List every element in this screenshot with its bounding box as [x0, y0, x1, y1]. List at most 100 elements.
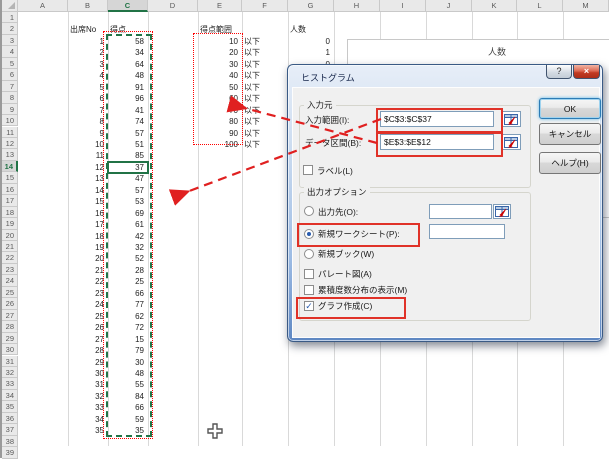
- cell-F4[interactable]: 以下: [242, 47, 287, 57]
- cell-B22[interactable]: 20: [68, 253, 107, 263]
- column-header-H[interactable]: H: [334, 0, 380, 12]
- row-header-24[interactable]: 24: [2, 275, 18, 286]
- cell-B16[interactable]: 14: [68, 185, 107, 195]
- ok-button[interactable]: OK: [539, 98, 601, 119]
- row-header-8[interactable]: 8: [2, 92, 18, 103]
- cell-B29[interactable]: 27: [68, 334, 107, 344]
- cell-B37[interactable]: 35: [68, 425, 107, 435]
- row-header-32[interactable]: 32: [2, 367, 18, 378]
- row-header-27[interactable]: 27: [2, 310, 18, 321]
- input-range-picker-button[interactable]: [501, 111, 521, 127]
- row-header-34[interactable]: 34: [2, 390, 18, 401]
- cell-F10[interactable]: 以下: [242, 116, 287, 126]
- cell-F12[interactable]: 以下: [242, 139, 287, 149]
- cell-B15[interactable]: 13: [68, 173, 107, 183]
- row-header-26[interactable]: 26: [2, 298, 18, 309]
- row-header-25[interactable]: 25: [2, 287, 18, 298]
- row-header-5[interactable]: 5: [2, 58, 18, 69]
- cell-B34[interactable]: 32: [68, 391, 107, 401]
- cell-B30[interactable]: 28: [68, 345, 107, 355]
- output-range-field[interactable]: [429, 204, 492, 219]
- cell-F5[interactable]: 以下: [242, 59, 287, 69]
- output-range-radio[interactable]: [304, 206, 314, 216]
- cell-B32[interactable]: 30: [68, 368, 107, 378]
- row-header-17[interactable]: 17: [2, 195, 18, 206]
- cancel-button[interactable]: キャンセル: [539, 123, 601, 145]
- row-header-20[interactable]: 20: [2, 230, 18, 241]
- cell-G3[interactable]: 0: [288, 36, 333, 46]
- active-cell[interactable]: 37: [107, 161, 149, 174]
- column-header-K[interactable]: K: [472, 0, 517, 12]
- row-header-12[interactable]: 12: [2, 138, 18, 149]
- column-header-M[interactable]: M: [563, 0, 609, 12]
- cell-B4[interactable]: 2: [68, 47, 107, 57]
- row-header-19[interactable]: 19: [2, 218, 18, 229]
- row-header-14[interactable]: 14: [2, 161, 18, 172]
- close-icon[interactable]: ×: [573, 65, 600, 79]
- row-header-18[interactable]: 18: [2, 207, 18, 218]
- row-header-16[interactable]: 16: [2, 184, 18, 195]
- row-header-13[interactable]: 13: [2, 149, 18, 160]
- new-workbook-radio[interactable]: [304, 249, 314, 259]
- pareto-checkbox[interactable]: [304, 269, 314, 279]
- row-header-37[interactable]: 37: [2, 424, 18, 435]
- cell-B13[interactable]: 11: [68, 150, 107, 160]
- row-header-23[interactable]: 23: [2, 264, 18, 275]
- column-header-I[interactable]: I: [380, 0, 426, 12]
- cell-B3[interactable]: 1: [68, 36, 107, 46]
- cell-B28[interactable]: 26: [68, 322, 107, 332]
- column-header-D[interactable]: D: [148, 0, 198, 12]
- cell-F7[interactable]: 以下: [242, 82, 287, 92]
- cell-G2-label[interactable]: 人数: [288, 24, 333, 34]
- cell-B20[interactable]: 18: [68, 231, 107, 241]
- cumulative-checkbox[interactable]: [304, 285, 314, 295]
- row-header-38[interactable]: 38: [2, 436, 18, 447]
- cell-F9[interactable]: 以下: [242, 105, 287, 115]
- row-header-2[interactable]: 2: [2, 23, 18, 34]
- cell-B36[interactable]: 34: [68, 414, 107, 424]
- new-worksheet-name-field[interactable]: [429, 224, 505, 239]
- row-header-6[interactable]: 6: [2, 69, 18, 80]
- cell-B21[interactable]: 19: [68, 242, 107, 252]
- cell-B11[interactable]: 9: [68, 128, 107, 138]
- row-header-3[interactable]: 3: [2, 35, 18, 46]
- column-header-G[interactable]: G: [288, 0, 334, 12]
- column-header-B[interactable]: B: [68, 0, 108, 12]
- row-header-15[interactable]: 15: [2, 172, 18, 183]
- cell-B10[interactable]: 8: [68, 116, 107, 126]
- dialog-help-icon[interactable]: ?: [546, 65, 572, 79]
- help-button[interactable]: ヘルプ(H): [539, 152, 601, 174]
- cell-B7[interactable]: 5: [68, 82, 107, 92]
- cell-B2-label[interactable]: 出席No: [68, 24, 107, 34]
- column-header-C[interactable]: C: [108, 0, 148, 12]
- cell-B14[interactable]: 12: [68, 162, 107, 172]
- row-header-31[interactable]: 31: [2, 356, 18, 367]
- cell-B26[interactable]: 24: [68, 299, 107, 309]
- cell-B33[interactable]: 31: [68, 379, 107, 389]
- row-header-39[interactable]: 39: [2, 447, 18, 458]
- cell-B5[interactable]: 3: [68, 59, 107, 69]
- output-range-picker-button[interactable]: [493, 204, 511, 219]
- row-header-33[interactable]: 33: [2, 378, 18, 389]
- row-header-9[interactable]: 9: [2, 104, 18, 115]
- column-header-A[interactable]: A: [18, 0, 68, 12]
- row-header-11[interactable]: 11: [2, 127, 18, 138]
- cell-F6[interactable]: 以下: [242, 70, 287, 80]
- cell-B6[interactable]: 4: [68, 70, 107, 80]
- cell-F11[interactable]: 以下: [242, 128, 287, 138]
- row-header-30[interactable]: 30: [2, 344, 18, 355]
- labels-checkbox[interactable]: [303, 165, 313, 175]
- column-header-E[interactable]: E: [198, 0, 242, 12]
- cell-B24[interactable]: 22: [68, 276, 107, 286]
- cell-B23[interactable]: 21: [68, 265, 107, 275]
- select-all-corner[interactable]: [2, 0, 18, 12]
- row-header-22[interactable]: 22: [2, 252, 18, 263]
- row-header-10[interactable]: 10: [2, 115, 18, 126]
- cell-B25[interactable]: 23: [68, 288, 107, 298]
- cell-B17[interactable]: 15: [68, 196, 107, 206]
- cell-B31[interactable]: 29: [68, 357, 107, 367]
- cell-B19[interactable]: 17: [68, 219, 107, 229]
- cell-B27[interactable]: 25: [68, 311, 107, 321]
- row-header-7[interactable]: 7: [2, 81, 18, 92]
- row-header-1[interactable]: 1: [2, 12, 18, 23]
